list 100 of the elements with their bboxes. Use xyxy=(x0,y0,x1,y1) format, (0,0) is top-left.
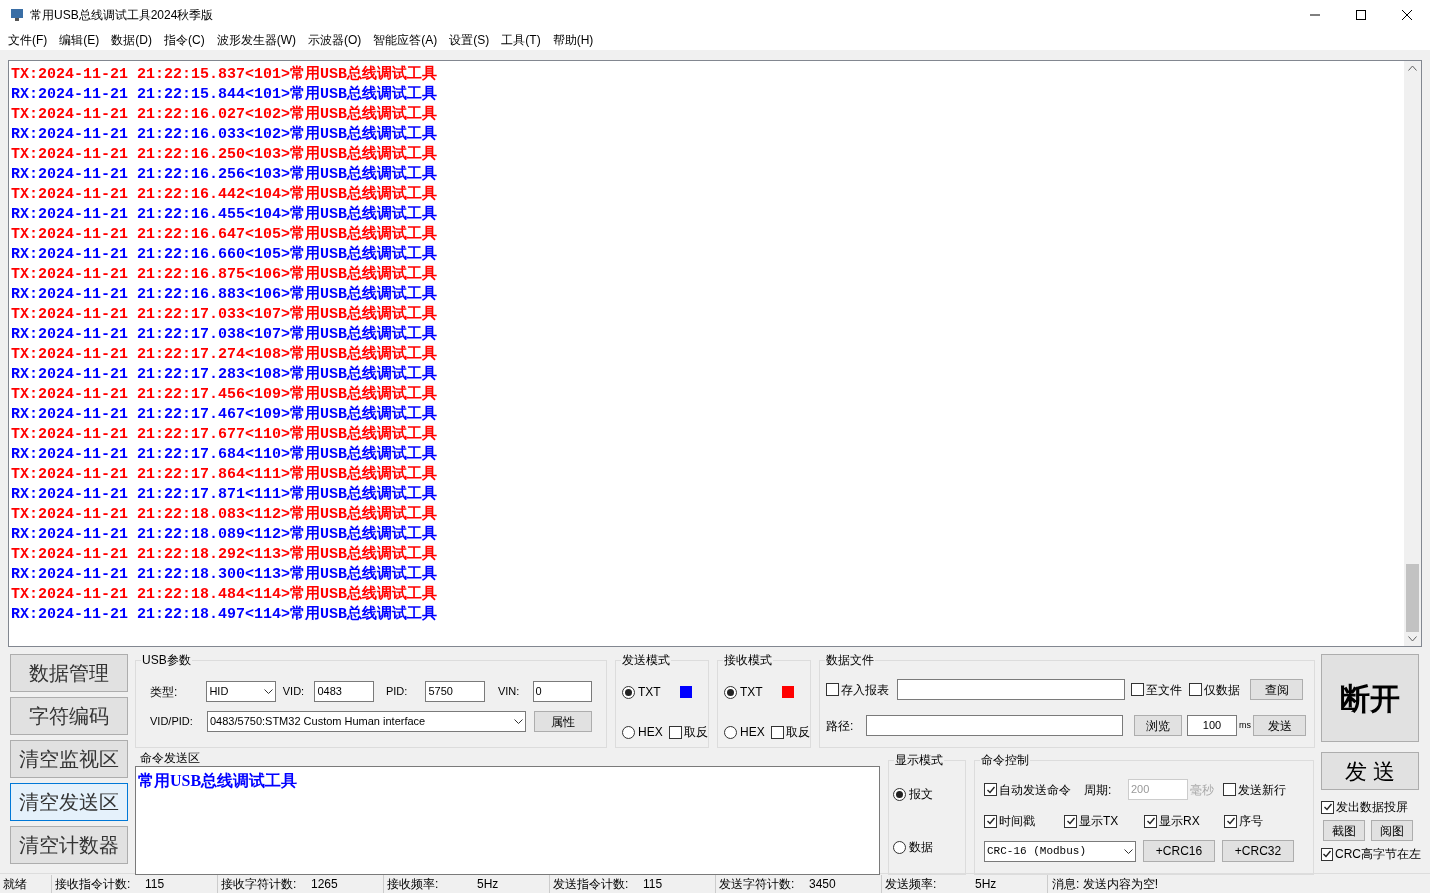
send-file-button[interactable]: 发送 xyxy=(1253,715,1306,736)
log-line: TX:2024-11-21 21:22:18.484<114>常用USB总线调试工具 xyxy=(11,585,439,605)
pid-field[interactable]: 5750 xyxy=(425,681,485,702)
field-label: 路径: xyxy=(826,717,855,735)
status-value: 5Hz xyxy=(477,875,499,893)
scroll-thumb[interactable] xyxy=(1406,564,1419,632)
check-icon xyxy=(1225,816,1236,826)
check-icon xyxy=(985,784,996,795)
menu-item[interactable]: 指令(C) xyxy=(158,31,211,49)
chevron-down-icon xyxy=(263,689,273,694)
menu-item[interactable]: 数据(D) xyxy=(105,31,158,49)
group-title: 接收模式 xyxy=(723,652,773,668)
crc-button[interactable]: +CRC32 xyxy=(1222,840,1294,862)
log-line: RX:2024-11-21 21:22:16.455<104>常用USB总线调试工具 xyxy=(11,205,439,225)
radio-button[interactable]: 报文 xyxy=(893,785,961,803)
log-line: TX:2024-11-21 21:22:18.083<112>常用USB总线调试工具 xyxy=(11,505,439,525)
checkbox[interactable]: 仅数据 xyxy=(1189,680,1240,699)
menu-item[interactable]: 文件(F) xyxy=(2,31,54,49)
menu-item[interactable]: 帮助(H) xyxy=(546,31,600,49)
field-label: 类型: xyxy=(150,683,179,701)
log-line: RX:2024-11-21 21:22:15.844<101>常用USB总线调试工具 xyxy=(11,85,439,105)
color-swatch[interactable] xyxy=(782,686,794,698)
side-button[interactable]: 清空监视区 xyxy=(10,740,128,778)
log-line: RX:2024-11-21 21:22:18.300<113>常用USB总线调试工具 xyxy=(11,565,439,585)
crc-select[interactable]: CRC-16 (Modbus) xyxy=(984,840,1136,862)
type-select[interactable]: HID xyxy=(206,681,276,702)
side-button[interactable]: 字符编码 xyxy=(10,697,128,735)
group-title: 显示模式 xyxy=(894,752,944,768)
checkbox[interactable]: 显示TX xyxy=(1064,812,1144,830)
chevron-down-icon xyxy=(514,719,523,724)
path-field[interactable] xyxy=(866,715,1123,736)
log-line: TX:2024-11-21 21:22:16.027<102>常用USB总线调试工具 xyxy=(11,105,439,125)
scroll-up-icon[interactable] xyxy=(1408,65,1417,71)
check-icon xyxy=(1322,802,1333,812)
crc-button[interactable]: +CRC16 xyxy=(1143,840,1215,862)
radio-button[interactable]: TXT xyxy=(724,683,763,701)
checkbox[interactable]: 发出数据投屏 xyxy=(1321,798,1419,816)
log-line: TX:2024-11-21 21:22:17.456<109>常用USB总线调试工具 xyxy=(11,385,439,405)
status-label: 接收频率: xyxy=(387,875,440,893)
vid-field[interactable]: 0483 xyxy=(314,681,374,702)
chevron-down-icon xyxy=(1124,848,1133,854)
status-label: 接收指令计数: xyxy=(55,875,132,893)
log-line: RX:2024-11-21 21:22:16.883<106>常用USB总线调试工具 xyxy=(11,285,439,305)
checkbox[interactable]: 时间戳 xyxy=(984,812,1064,830)
menu-item[interactable]: 智能应答(A) xyxy=(367,31,444,49)
checkbox[interactable]: 存入报表 xyxy=(826,680,889,699)
scroll-down-icon[interactable] xyxy=(1408,636,1417,642)
checkbox[interactable]: 显示RX xyxy=(1144,812,1224,830)
checkbox[interactable]: 取反 xyxy=(770,723,810,741)
view-button[interactable]: 查阅 xyxy=(1250,679,1303,700)
disconnect-button[interactable]: 断开 xyxy=(1321,654,1419,742)
log-line: TX:2024-11-21 21:22:16.442<104>常用USB总线调试工具 xyxy=(11,185,439,205)
status-label: 发送指令计数: xyxy=(553,875,630,893)
checkbox[interactable]: CRC高字节在左 xyxy=(1321,845,1419,863)
checkbox[interactable]: 至文件 xyxy=(1131,680,1182,699)
image-button[interactable]: 阅图 xyxy=(1371,820,1413,841)
maximize-icon xyxy=(1356,10,1366,20)
side-button[interactable]: 数据管理 xyxy=(10,654,128,692)
radio-button[interactable]: HEX xyxy=(622,723,663,741)
checkbox[interactable]: 序号 xyxy=(1224,812,1304,830)
status-label: 接收字符计数: xyxy=(221,875,298,893)
device-select[interactable]: 0483/5750:STM32 Custom Human interface xyxy=(207,711,526,732)
menu-item[interactable]: 工具(T) xyxy=(495,31,547,49)
menu-item[interactable]: 示波器(O) xyxy=(302,31,368,49)
report-field[interactable] xyxy=(897,679,1125,700)
radio-button[interactable]: 数据 xyxy=(893,838,961,856)
color-swatch[interactable] xyxy=(680,686,692,698)
radio-button[interactable]: TXT xyxy=(622,683,661,701)
log-line: RX:2024-11-21 21:22:17.684<110>常用USB总线调试工具 xyxy=(11,445,439,465)
interval-field[interactable]: 100 xyxy=(1187,715,1237,736)
checkbox[interactable]: 自动发送命令 xyxy=(984,780,1071,799)
radio-button[interactable]: HEX xyxy=(724,723,765,741)
status-message: 消息: 发送内容为空! xyxy=(1051,875,1158,893)
menu-item[interactable]: 波形发生器(W) xyxy=(210,31,302,49)
status-value: 3450 xyxy=(809,875,836,893)
group-title: 发送模式 xyxy=(621,652,671,668)
properties-button[interactable]: 属性 xyxy=(534,711,592,732)
status-value: 115 xyxy=(643,875,663,893)
menu-item[interactable]: 编辑(E) xyxy=(53,31,106,49)
command-text: 常用USB总线调试工具 xyxy=(138,772,298,789)
side-button[interactable]: 清空发送区 xyxy=(10,783,128,821)
menu-item[interactable]: 设置(S) xyxy=(443,31,496,49)
checkbox[interactable]: 发送新行 xyxy=(1223,780,1286,799)
log-line: TX:2024-11-21 21:22:17.677<110>常用USB总线调试工具 xyxy=(11,425,439,445)
log-line: TX:2024-11-21 21:22:17.033<107>常用USB总线调试工具 xyxy=(11,305,439,325)
checkbox[interactable]: 取反 xyxy=(668,723,708,741)
window-title: 常用USB总线调试工具2024秋季版 xyxy=(30,7,214,24)
log-line: TX:2024-11-21 21:22:16.250<103>常用USB总线调试工具 xyxy=(11,145,439,165)
send-button[interactable]: 发 送 xyxy=(1321,752,1419,790)
image-button[interactable]: 截图 xyxy=(1323,820,1365,841)
check-icon xyxy=(985,816,996,826)
side-button[interactable]: 清空计数器 xyxy=(10,826,128,864)
browse-button[interactable]: 浏览 xyxy=(1134,715,1182,736)
status-text: 就绪 xyxy=(0,874,52,893)
scrollbar[interactable] xyxy=(1404,61,1421,646)
status-label: 发送频率: xyxy=(885,875,938,893)
log-line: TX:2024-11-21 21:22:17.274<108>常用USB总线调试工具 xyxy=(11,345,439,365)
field-label: VID: xyxy=(282,684,306,700)
vin-field[interactable]: 0 xyxy=(532,681,593,702)
command-input[interactable]: 常用USB总线调试工具 xyxy=(135,766,880,875)
